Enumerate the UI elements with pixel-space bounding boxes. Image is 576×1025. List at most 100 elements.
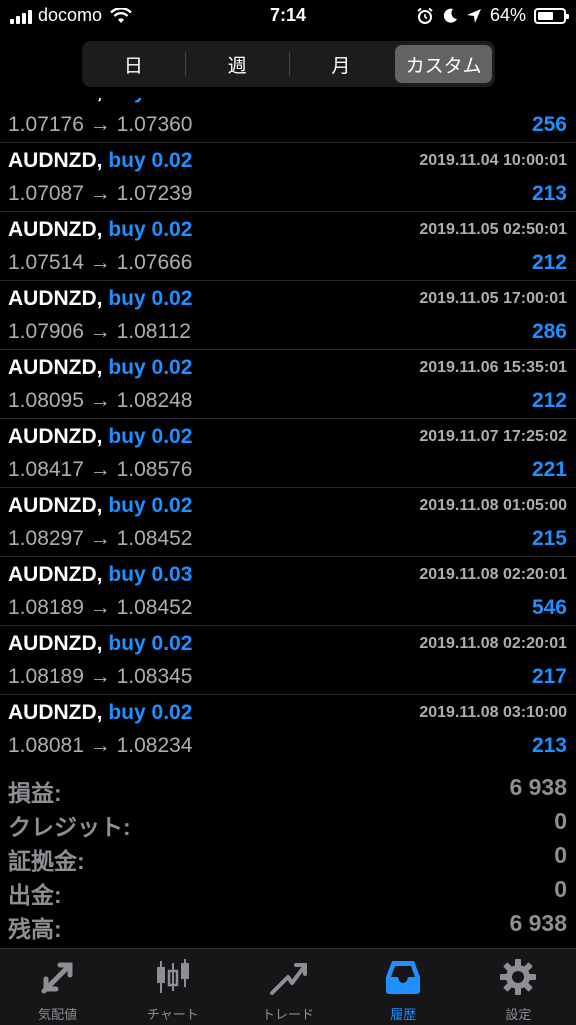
trade-row[interactable]: AUDNZD, buy 0.02 1.07176 → 1.07360 256	[0, 98, 576, 143]
quotes-icon	[41, 962, 73, 994]
trade-symbol: AUDNZD, buy 0.02	[8, 494, 192, 518]
moon-icon	[443, 8, 457, 23]
period-segmented-control: 日 週 月 カスタム	[82, 41, 495, 87]
trade-profit: 546	[531, 596, 567, 619]
summary-value: 0	[554, 808, 567, 834]
trade-symbol: AUDNZD, buy 0.02	[8, 356, 192, 380]
trade-row[interactable]: AUDNZD, buy 0.02 2019.11.06 15:35:01 1.080…	[0, 350, 576, 419]
symbol-name: AUDNZD,	[8, 425, 103, 448]
tab-trade[interactable]: トレード	[230, 949, 345, 1025]
trade-symbol: AUDNZD, buy 0.02	[8, 701, 192, 725]
trade-prices: 1.07087 → 1.07239	[8, 182, 193, 205]
trade-row[interactable]: AUDNZD, buy 0.02 2019.11.05 17:00:01 1.079…	[0, 281, 576, 350]
summary-value: 6 938	[509, 910, 567, 936]
trade-prices: 1.08297 → 1.08452	[8, 527, 193, 550]
trade-datetime: 2019.11.08 03:10:00	[419, 704, 567, 721]
trade-prices: 1.07514 → 1.07666	[8, 251, 193, 274]
trade-profit: 217	[531, 665, 567, 688]
status-bar: docomo 7:14 64%	[0, 0, 576, 34]
trade-side-volume: buy 0.02	[108, 287, 193, 310]
battery-percent: 64%	[489, 5, 526, 25]
trade-row[interactable]: AUDNZD, buy 0.02 2019.11.05 02:50:01 1.075…	[0, 212, 576, 281]
trade-datetime: 2019.11.08 02:20:01	[419, 566, 567, 583]
segment-divider	[288, 52, 290, 76]
trade-side-volume: buy 0.02	[108, 98, 192, 103]
trade-symbol: AUDNZD, buy 0.02	[8, 287, 192, 311]
trade-datetime: 2019.11.05 17:00:01	[419, 290, 567, 307]
trade-prices: 1.08095 → 1.08248	[8, 389, 193, 412]
tab-settings-label: 設定	[505, 1007, 532, 1022]
symbol-name: AUDNZD,	[8, 356, 103, 379]
trade-profit: 286	[531, 320, 567, 343]
trade-profit: 221	[531, 458, 567, 481]
symbol-name: AUDNZD,	[8, 98, 103, 103]
trade-side-volume: buy 0.02	[108, 356, 193, 379]
trade-symbol: AUDNZD, buy 0.02	[8, 149, 192, 173]
trade-datetime: 2019.11.08 02:20:01	[419, 635, 567, 652]
trade-profit: 213	[531, 734, 567, 757]
trade-profit: 212	[531, 251, 567, 274]
symbol-name: AUDNZD,	[8, 701, 103, 724]
trade-side-volume: buy 0.02	[108, 701, 193, 724]
summary-label: 残高:	[8, 916, 62, 942]
summary-label: クレジット:	[8, 814, 131, 840]
trade-row[interactable]: AUDNZD, buy 0.02 2019.11.08 01:05:00 1.082…	[0, 488, 576, 557]
symbol-name: AUDNZD,	[8, 494, 103, 517]
trade-row[interactable]: AUDNZD, buy 0.03 2019.11.08 02:20:01 1.081…	[0, 557, 576, 626]
symbol-name: AUDNZD,	[8, 632, 103, 655]
summary-value: 0	[554, 842, 567, 868]
trade-symbol: AUDNZD, buy 0.03	[8, 563, 192, 587]
segment-divider	[184, 52, 186, 76]
gear-icon	[500, 959, 537, 995]
candlestick-icon	[156, 959, 189, 993]
segment-custom[interactable]: カスタム	[395, 45, 492, 83]
trade-row[interactable]: AUDNZD, buy 0.02 2019.11.08 03:10:00 1.080…	[0, 695, 576, 763]
summary-label: 出金:	[8, 882, 62, 908]
trade-datetime: 2019.11.06 15:35:01	[419, 359, 567, 376]
tab-trade-label: トレード	[262, 1007, 315, 1022]
trade-prices: 1.08189 → 1.08345	[8, 665, 193, 688]
trade-side-volume: buy 0.02	[108, 425, 193, 448]
summary-row: クレジット: 0	[0, 806, 576, 840]
bottom-tab-bar: 気配値 チャート トレード 履歴 設定	[0, 948, 576, 1025]
trade-profit: 215	[531, 527, 567, 550]
trade-row[interactable]: AUDNZD, buy 0.02 2019.11.04 10:00:01 1.070…	[0, 143, 576, 212]
symbol-name: AUDNZD,	[8, 218, 103, 241]
trade-symbol: AUDNZD, buy 0.02	[8, 218, 192, 242]
symbol-name: AUDNZD,	[8, 563, 103, 586]
tab-history-label: 履歴	[390, 1007, 417, 1022]
trade-profit: 213	[531, 182, 567, 205]
battery-icon	[534, 7, 569, 24]
tab-history[interactable]: 履歴	[346, 949, 461, 1025]
summary-label: 証拠金:	[8, 848, 85, 874]
summary-row: 残高: 6 938	[0, 908, 576, 942]
trade-side-volume: buy 0.02	[108, 632, 193, 655]
trade-datetime: 2019.11.08 01:05:00	[419, 497, 567, 514]
trade-row[interactable]: AUDNZD, buy 0.02 2019.11.08 02:20:01 1.081…	[0, 626, 576, 695]
segment-month[interactable]: 月	[293, 45, 390, 83]
trade-prices: 1.08081 → 1.08234	[8, 734, 193, 757]
tab-chart-label: チャート	[146, 1007, 199, 1022]
summary-value: 0	[554, 876, 567, 902]
trade-side-volume: buy 0.02	[108, 149, 193, 172]
trade-datetime: 2019.11.04 10:00:01	[419, 152, 567, 169]
trade-row[interactable]: AUDNZD, buy 0.02 2019.11.07 17:25:02 1.084…	[0, 419, 576, 488]
trade-history-list[interactable]: AUDNZD, buy 0.021.07176 → 1.07360256AUDN…	[0, 98, 576, 763]
tab-chart[interactable]: チャート	[115, 949, 230, 1025]
trade-profit: 212	[531, 389, 567, 412]
trade-prices: 1.08417 → 1.08576	[8, 458, 193, 481]
summary-row: 証拠金: 0	[0, 840, 576, 874]
trade-datetime: 2019.11.07 17:25:02	[419, 428, 567, 445]
tab-quotes[interactable]: 気配値	[0, 949, 115, 1025]
trade-side-volume: buy 0.03	[108, 563, 193, 586]
trade-symbol: AUDNZD, buy 0.02	[8, 632, 192, 656]
tab-settings[interactable]: 設定	[461, 949, 576, 1025]
trade-profit: 256	[531, 113, 567, 136]
segment-day[interactable]: 日	[85, 45, 182, 83]
trade-prices: 1.08189 → 1.08452	[8, 596, 193, 619]
segment-week[interactable]: 週	[189, 45, 286, 83]
trade-prices: 1.07176 → 1.07360	[8, 113, 193, 136]
inbox-history-icon	[386, 961, 421, 994]
summary-row: 損益: 6 938	[0, 772, 576, 806]
trade-side-volume: buy 0.02	[108, 494, 193, 517]
